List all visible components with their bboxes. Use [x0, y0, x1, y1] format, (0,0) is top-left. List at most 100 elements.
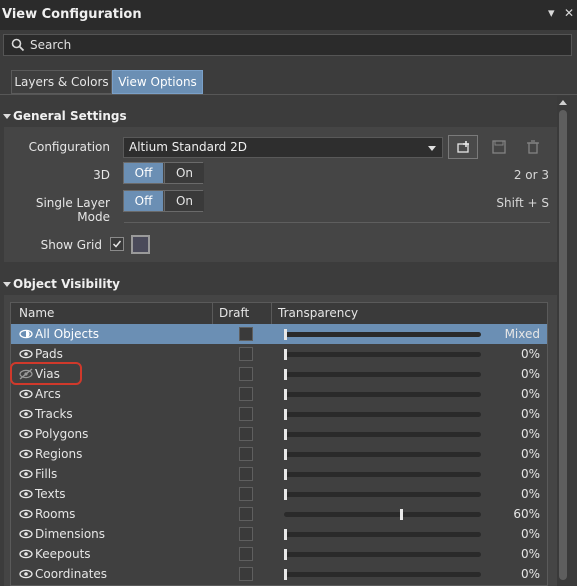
panel-menu-icon[interactable]: ▾ — [548, 6, 555, 21]
show-grid-checkbox[interactable] — [110, 237, 124, 251]
table-row[interactable]: Vias 0% — [11, 364, 547, 384]
draft-checkbox[interactable] — [239, 507, 253, 521]
draft-checkbox[interactable] — [239, 327, 253, 341]
transparency-slider[interactable] — [284, 329, 481, 340]
column-name[interactable]: Name — [19, 306, 54, 320]
draft-checkbox[interactable] — [239, 487, 253, 501]
eye-icon[interactable] — [19, 408, 33, 420]
table-row[interactable]: Coordinates 0% — [11, 564, 547, 584]
title-bar: View Configuration ▾ ✕ — [0, 0, 577, 30]
transparency-slider[interactable] — [284, 569, 481, 580]
configuration-select[interactable]: Altium Standard 2D — [123, 137, 443, 158]
slider-thumb[interactable] — [284, 489, 287, 500]
slider-thumb[interactable] — [284, 529, 287, 540]
transparency-value: 60% — [513, 507, 540, 521]
eye-icon[interactable] — [19, 448, 33, 460]
add-config-icon — [457, 141, 469, 153]
draft-checkbox[interactable] — [239, 547, 253, 561]
eye-icon[interactable] — [19, 468, 33, 480]
column-draft[interactable]: Draft — [219, 306, 249, 320]
eye-icon[interactable] — [19, 488, 33, 500]
transparency-value: 0% — [520, 407, 540, 421]
transparency-value: 0% — [520, 527, 540, 541]
eye-icon[interactable] — [19, 568, 33, 580]
add-config-button[interactable] — [448, 135, 478, 159]
table-row[interactable]: Tracks 0% — [11, 404, 547, 424]
table-row[interactable]: Texts 0% — [11, 484, 547, 504]
search-placeholder: Search — [30, 38, 72, 52]
single-layer-off-button[interactable]: Off — [124, 191, 163, 211]
transparency-slider[interactable] — [284, 409, 481, 420]
search-input[interactable]: Search — [3, 34, 572, 56]
transparency-slider[interactable] — [284, 549, 481, 560]
slider-thumb[interactable] — [284, 449, 287, 460]
draft-checkbox[interactable] — [239, 527, 253, 541]
transparency-slider[interactable] — [284, 489, 481, 500]
table-row[interactable]: Rooms 60% — [11, 504, 547, 524]
slider-thumb[interactable] — [284, 429, 287, 440]
eye-icon[interactable] — [19, 428, 33, 440]
transparency-slider[interactable] — [284, 449, 481, 460]
transparency-slider[interactable] — [284, 509, 481, 520]
scroll-up-icon[interactable] — [559, 100, 567, 105]
save-config-button[interactable] — [484, 135, 514, 159]
draft-checkbox[interactable] — [239, 567, 253, 581]
close-icon[interactable]: ✕ — [564, 6, 574, 20]
draft-checkbox[interactable] — [239, 347, 253, 361]
slider-thumb[interactable] — [284, 409, 287, 420]
table-row[interactable]: Pads 0% — [11, 344, 547, 364]
eye-icon[interactable] — [19, 388, 33, 400]
transparency-slider[interactable] — [284, 389, 481, 400]
slider-thumb[interactable] — [284, 389, 287, 400]
object-visibility-header[interactable]: Object Visibility — [3, 277, 120, 291]
table-row[interactable]: Arcs 0% — [11, 384, 547, 404]
column-transparency[interactable]: Transparency — [278, 306, 358, 320]
draft-checkbox[interactable] — [239, 447, 253, 461]
highlight-annotation — [10, 362, 82, 385]
eye-icon[interactable] — [19, 348, 33, 360]
three-d-toggle: Off On — [123, 162, 204, 184]
transparency-slider[interactable] — [284, 529, 481, 540]
transparency-slider[interactable] — [284, 429, 481, 440]
slider-thumb[interactable] — [284, 469, 287, 480]
general-settings-header[interactable]: General Settings — [3, 109, 127, 123]
slider-thumb[interactable] — [284, 349, 287, 360]
table-row[interactable]: All Objects Mixed — [11, 324, 547, 344]
table-row[interactable]: Regions 0% — [11, 444, 547, 464]
slider-thumb[interactable] — [284, 569, 287, 580]
slider-thumb[interactable] — [400, 509, 403, 520]
scroll-thumb[interactable] — [559, 110, 567, 580]
slider-thumb[interactable] — [284, 329, 287, 340]
grid-color-swatch[interactable] — [131, 235, 150, 254]
draft-checkbox[interactable] — [239, 367, 253, 381]
column-separator — [271, 303, 272, 324]
three-d-off-button[interactable]: Off — [124, 163, 163, 183]
table-row[interactable]: Dimensions 0% — [11, 524, 547, 544]
eye-icon[interactable] — [19, 528, 33, 540]
tab-layers-colors[interactable]: Layers & Colors — [11, 70, 112, 94]
search-icon — [11, 38, 25, 52]
transparency-value: Mixed — [504, 327, 540, 341]
eye-icon[interactable] — [19, 508, 33, 520]
table-row[interactable]: Keepouts 0% — [11, 544, 547, 564]
slider-thumb[interactable] — [284, 369, 287, 380]
transparency-slider[interactable] — [284, 369, 481, 380]
draft-checkbox[interactable] — [239, 407, 253, 421]
three-d-on-button[interactable]: On — [164, 163, 204, 183]
draft-checkbox[interactable] — [239, 427, 253, 441]
eye-mixed-icon[interactable] — [19, 328, 33, 340]
transparency-slider[interactable] — [284, 349, 481, 360]
single-layer-on-button[interactable]: On — [164, 191, 204, 211]
eye-icon[interactable] — [19, 548, 33, 560]
table-row[interactable]: Fills 0% — [11, 464, 547, 484]
slider-thumb[interactable] — [284, 549, 287, 560]
table-row[interactable]: Polygons 0% — [11, 424, 547, 444]
row-name: Dimensions — [35, 527, 106, 541]
row-name: All Objects — [35, 327, 100, 341]
delete-config-button[interactable] — [518, 135, 548, 159]
tab-view-options[interactable]: View Options — [112, 70, 203, 94]
draft-checkbox[interactable] — [239, 467, 253, 481]
transparency-slider[interactable] — [284, 469, 481, 480]
draft-checkbox[interactable] — [239, 387, 253, 401]
vertical-scrollbar[interactable] — [557, 96, 570, 586]
